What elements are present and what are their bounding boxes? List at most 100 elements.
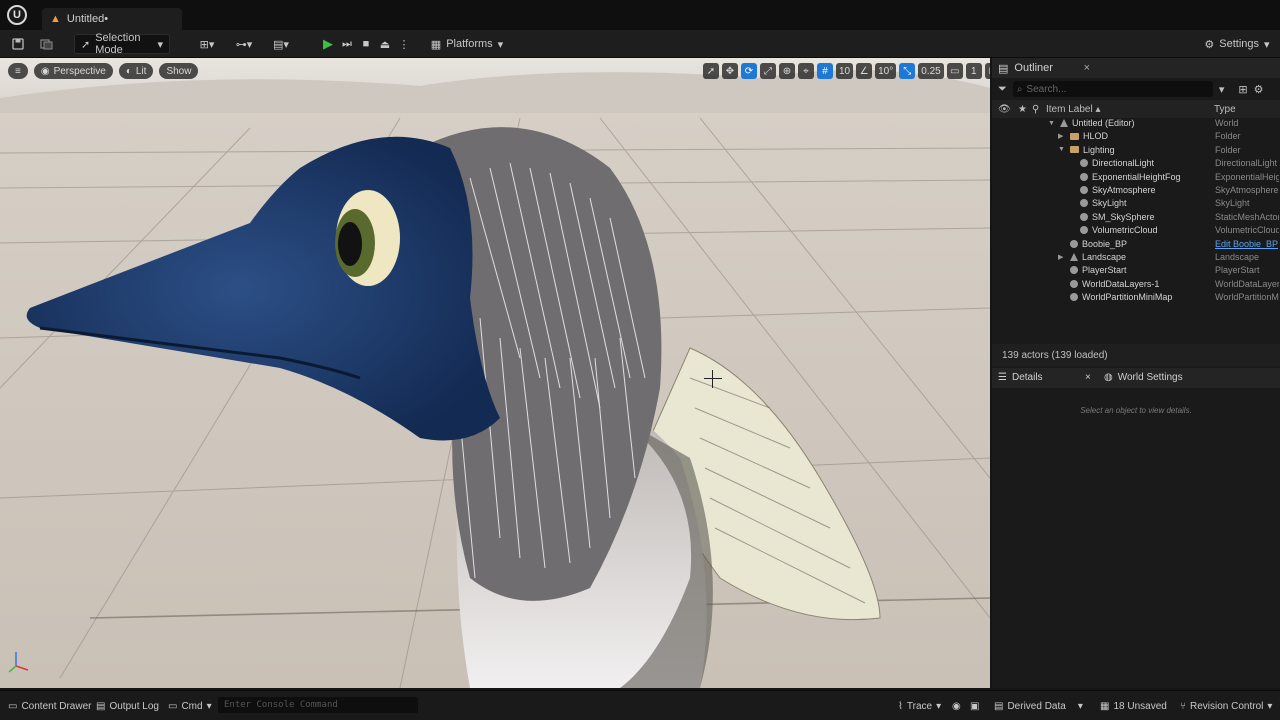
- outliner-row[interactable]: ▶ Landscape Landscape: [992, 252, 1280, 265]
- translate-icon[interactable]: ✥: [722, 63, 738, 79]
- viewport-toolbar-right: ➚ ✥ ⟳ ⤢ ⊕ ⌖ # 10 ∠ 10° ⤡ 0.25 ▭ 1 ⊞: [703, 63, 990, 79]
- expand-arrow-icon[interactable]: ▶: [1058, 132, 1066, 140]
- outliner-row-type: PlayerStart: [1215, 265, 1260, 276]
- grid-snap-icon[interactable]: #: [817, 63, 833, 79]
- item-label-column[interactable]: Item Label ▴: [1046, 104, 1101, 115]
- trace-label: Trace: [906, 700, 933, 712]
- scale-icon[interactable]: ⤢: [760, 63, 776, 79]
- filter-icon[interactable]: ⏷: [998, 83, 1007, 96]
- console-command-input[interactable]: Enter Console Command: [218, 697, 418, 713]
- outliner-row[interactable]: ▼ Lighting Folder: [992, 145, 1280, 158]
- outliner-row[interactable]: VolumetricCloud VolumetricCloud: [992, 225, 1280, 238]
- axis-gizmo-icon: [8, 652, 29, 673]
- selection-mode-dropdown[interactable]: ➚ Selection Mode ▾: [74, 32, 170, 56]
- scale-snap-icon[interactable]: ⤡: [899, 63, 916, 79]
- type-column[interactable]: Type: [1214, 104, 1236, 115]
- show-button[interactable]: Show: [159, 63, 199, 79]
- output-log-label: Output Log: [109, 700, 159, 712]
- outliner-row[interactable]: DirectionalLight DirectionalLight: [992, 158, 1280, 171]
- derived-data-dropdown[interactable]: ▤ Derived Data ▾: [994, 698, 1083, 714]
- launch-icon[interactable]: ⏏: [376, 38, 395, 51]
- gear-icon[interactable]: ⚙: [1254, 83, 1264, 96]
- add-actor-button[interactable]: ⊞▾: [194, 34, 220, 54]
- chevron-down-icon: ▾: [936, 700, 942, 712]
- rotation-snap-icon[interactable]: ∠: [856, 63, 873, 79]
- outliner-tab[interactable]: ▤ Outliner ×: [992, 58, 1280, 78]
- save-icon[interactable]: [10, 34, 26, 54]
- maximize-viewport-icon[interactable]: ⊞: [984, 63, 990, 79]
- outliner-row-label: HLOD: [1083, 131, 1109, 142]
- revision-control-dropdown[interactable]: ⑂ Revision Control ▾: [1180, 698, 1272, 714]
- snapshot-icon[interactable]: ▣: [970, 698, 979, 714]
- viewport-options-button[interactable]: ≡: [8, 63, 28, 79]
- mesh-icon: [1080, 212, 1088, 221]
- level-viewport[interactable]: ≡ ◉ Perspective ◐ Lit Show ➚ ✥ ⟳ ⤢ ⊕ ⌖ #…: [0, 58, 990, 688]
- outliner-row[interactable]: ExponentialHeightFog ExponentialHeig: [992, 172, 1280, 185]
- grid-snap-value[interactable]: 10: [836, 63, 854, 79]
- outliner-row-type: ExponentialHeig: [1215, 171, 1279, 182]
- surface-snap-icon[interactable]: ⌖: [798, 63, 814, 79]
- add-actor-icon: ⊞▾: [199, 38, 215, 51]
- outliner-row[interactable]: SM_SkySphere StaticMeshActor: [992, 212, 1280, 225]
- chevron-down-icon[interactable]: ▾: [1219, 83, 1225, 96]
- outliner-row[interactable]: WorldDataLayers-1 WorldDataLayer: [992, 279, 1280, 292]
- tab-details[interactable]: ☰ Details: [998, 372, 1043, 383]
- outliner-row[interactable]: SkyLight SkyLight: [992, 198, 1280, 211]
- tab-world-settings[interactable]: ◍ World Settings: [1104, 372, 1183, 383]
- unsaved-button[interactable]: ▦ 18 Unsaved: [1100, 698, 1167, 714]
- add-folder-icon[interactable]: ⊞: [1238, 83, 1247, 96]
- outliner-row[interactable]: ▼ Untitled (Editor) World: [992, 118, 1280, 131]
- step-icon[interactable]: ⏭: [338, 38, 357, 51]
- settings-dropdown[interactable]: ⚙ Settings ▾: [1204, 34, 1269, 54]
- document-tab[interactable]: ▲ Untitled•: [42, 8, 182, 30]
- expand-arrow-icon[interactable]: ▶: [1058, 253, 1066, 261]
- outliner-row-label: Landscape: [1082, 251, 1127, 262]
- camera-speed-value[interactable]: 1: [965, 63, 982, 79]
- blueprints-button[interactable]: ⊶▾: [230, 34, 258, 54]
- record-icon[interactable]: ◉: [952, 698, 961, 714]
- outliner-row[interactable]: PlayerStart PlayerStart: [992, 265, 1280, 278]
- outliner-row-type: WorldDataLayer: [1215, 278, 1279, 289]
- visibility-icon[interactable]: 👁: [998, 104, 1011, 115]
- viewport-toolbar-left: ≡ ◉ Perspective ◐ Lit Show: [8, 63, 199, 79]
- unreal-logo-icon[interactable]: U: [7, 5, 27, 25]
- tab-details-label: Details: [1011, 372, 1043, 383]
- platforms-dropdown[interactable]: ▦ Platforms ▾: [431, 34, 503, 54]
- close-icon[interactable]: ×: [1084, 62, 1090, 74]
- outliner-row[interactable]: WorldPartitionMiniMap WorldPartitionM: [992, 292, 1280, 305]
- stop-icon[interactable]: ■: [357, 38, 376, 50]
- browse-content-icon[interactable]: [38, 34, 54, 54]
- world-space-icon[interactable]: ⊕: [779, 63, 795, 79]
- play-icon[interactable]: ▶: [319, 36, 338, 52]
- outliner-row-label-group: VolumetricCloud: [1068, 225, 1158, 235]
- output-log-button[interactable]: ▤ Output Log: [96, 698, 159, 714]
- pin-icon[interactable]: ★: [1018, 104, 1027, 115]
- cinematics-button[interactable]: ▤▾: [268, 34, 294, 54]
- rotation-snap-value[interactable]: 10°: [875, 63, 897, 79]
- perspective-button[interactable]: ◉ Perspective: [33, 63, 113, 79]
- rotate-icon[interactable]: ⟳: [741, 63, 757, 79]
- lock-icon[interactable]: ⚲: [1032, 104, 1039, 115]
- select-icon[interactable]: ➚: [703, 63, 719, 79]
- outliner-search-input[interactable]: ⌕ Search...: [1012, 81, 1213, 97]
- content-drawer-button[interactable]: ▭ Content Drawer: [8, 698, 91, 714]
- trace-dropdown[interactable]: ⌇ Trace ▾: [898, 698, 941, 714]
- trace-icon: ⌇: [898, 700, 903, 712]
- scale-snap-value[interactable]: 0.25: [918, 63, 944, 79]
- expand-arrow-icon[interactable]: ▼: [1048, 120, 1056, 127]
- expand-arrow-icon[interactable]: ▼: [1058, 146, 1066, 153]
- outliner-row[interactable]: ▶ HLOD Folder: [992, 131, 1280, 144]
- camera-speed-icon[interactable]: ▭: [946, 63, 963, 79]
- outliner-actor-count: 139 actors (139 loaded): [992, 344, 1280, 366]
- content-drawer-label: Content Drawer: [21, 700, 92, 712]
- outliner-row-label: Lighting: [1083, 144, 1115, 155]
- outliner-row[interactable]: Boobie_BP Edit Boobie_BP: [992, 239, 1280, 252]
- more-options-icon[interactable]: ⋮: [395, 38, 414, 51]
- view-mode-button[interactable]: ◐ Lit: [118, 63, 154, 79]
- cmd-dropdown[interactable]: ▭ Cmd ▾: [168, 698, 212, 714]
- light-icon: [1080, 159, 1088, 168]
- details-panel: ☰ Details × ◍ World Settings Select an o…: [992, 368, 1280, 688]
- edit-blueprint-link[interactable]: Edit Boobie_BP: [1215, 239, 1279, 249]
- close-icon[interactable]: ×: [1085, 372, 1091, 383]
- outliner-row[interactable]: SkyAtmosphere SkyAtmosphere: [992, 185, 1280, 198]
